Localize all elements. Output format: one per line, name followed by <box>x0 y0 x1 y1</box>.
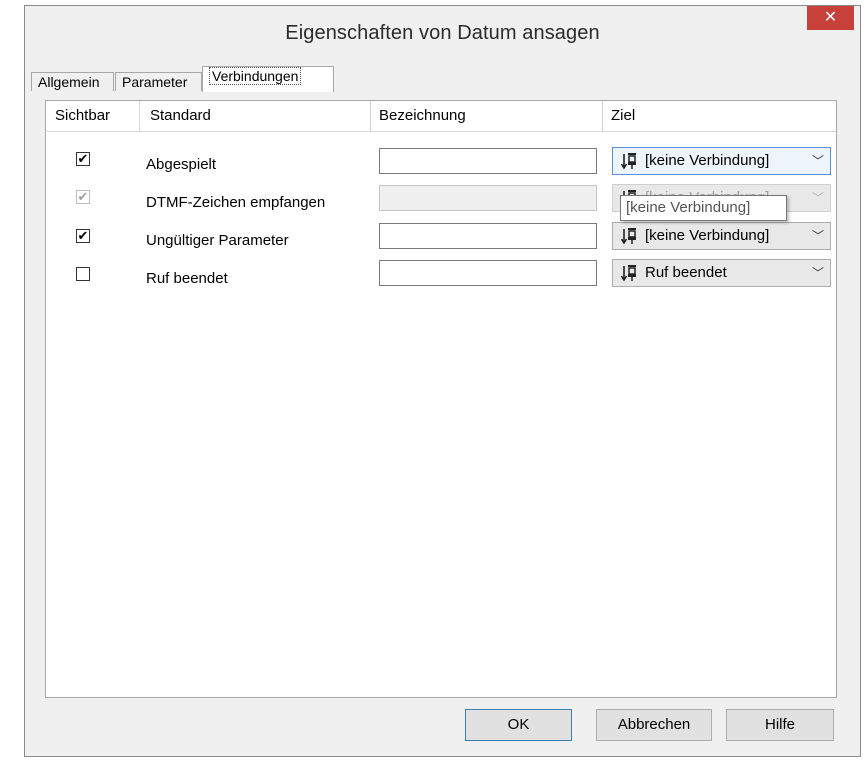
ok-button[interactable]: OK <box>465 709 572 741</box>
visible-checkbox[interactable] <box>76 267 90 281</box>
chevron-down-icon: ﹀ <box>812 154 825 168</box>
tab-label: Allgemein <box>38 74 100 90</box>
checkmark-icon: ✔ <box>77 228 89 243</box>
checkmark-icon: ✔ <box>77 151 89 166</box>
table-header: Sichtbar Standard Bezeichnung Ziel <box>46 101 836 132</box>
bezeichnung-field[interactable] <box>379 260 597 286</box>
ziel-dropdown[interactable]: [keine Verbindung] ﹀ <box>612 222 831 250</box>
standard-label: Ruf beendet <box>146 270 228 287</box>
connection-target-icon <box>621 265 636 282</box>
standard-label: Ungültiger Parameter <box>146 232 289 249</box>
ziel-dropdown[interactable]: Ruf beendet ﹀ <box>612 259 831 287</box>
table-row: ✔ Abgespielt [keine Verbindung] ﹀ <box>46 141 836 179</box>
window-title: Eigenschaften von Datum ansagen <box>285 22 600 44</box>
table-row: ✔ Ungültiger Parameter [keine Verbindung… <box>46 217 836 255</box>
column-header-standard[interactable]: Standard <box>140 101 371 131</box>
close-button[interactable]: ✕ <box>807 6 854 30</box>
help-button[interactable]: Hilfe <box>726 709 834 741</box>
column-header-bezeichnung[interactable]: Bezeichnung <box>371 101 603 131</box>
tab-verbindungen[interactable]: Verbindungen <box>202 66 334 92</box>
standard-label: DTMF-Zeichen empfangen <box>146 194 326 211</box>
title-bar: Eigenschaften von Datum ansagen ✕ <box>25 6 860 61</box>
tab-allgemein[interactable]: Allgemein <box>31 72 114 91</box>
ziel-value: Ruf beendet <box>645 264 727 281</box>
close-icon: ✕ <box>823 9 838 26</box>
tab-label: Verbindungen <box>209 67 302 85</box>
tooltip: [keine Verbindung] <box>620 195 787 221</box>
visible-checkbox[interactable]: ✔ <box>76 229 90 243</box>
standard-label: Abgespielt <box>146 156 217 173</box>
checkmark-icon: ✔ <box>77 189 89 204</box>
visible-checkbox[interactable]: ✔ <box>76 190 90 204</box>
connection-target-icon <box>621 228 636 245</box>
visible-checkbox[interactable]: ✔ <box>76 152 90 166</box>
connection-target-icon <box>621 153 636 170</box>
bezeichnung-field[interactable] <box>379 148 597 174</box>
tab-label: Parameter <box>122 74 188 90</box>
bezeichnung-field[interactable] <box>379 223 597 249</box>
ziel-dropdown[interactable]: [keine Verbindung] ﹀ <box>612 147 831 175</box>
tab-parameter[interactable]: Parameter <box>115 72 202 91</box>
ziel-value: [keine Verbindung] <box>645 227 770 244</box>
cancel-button[interactable]: Abbrechen <box>596 709 712 741</box>
ziel-value: [keine Verbindung] <box>645 152 770 169</box>
bezeichnung-field[interactable] <box>379 185 597 211</box>
chevron-down-icon: ﹀ <box>812 266 825 280</box>
column-header-ziel[interactable]: Ziel <box>603 101 836 131</box>
chevron-down-icon: ﹀ <box>812 229 825 243</box>
table-row: Ruf beendet Ruf beendet ﹀ <box>46 255 836 293</box>
column-header-sichtbar[interactable]: Sichtbar <box>46 101 140 131</box>
chevron-down-icon: ﹀ <box>812 191 825 205</box>
connections-panel: Sichtbar Standard Bezeichnung Ziel ✔ Abg… <box>45 100 837 698</box>
